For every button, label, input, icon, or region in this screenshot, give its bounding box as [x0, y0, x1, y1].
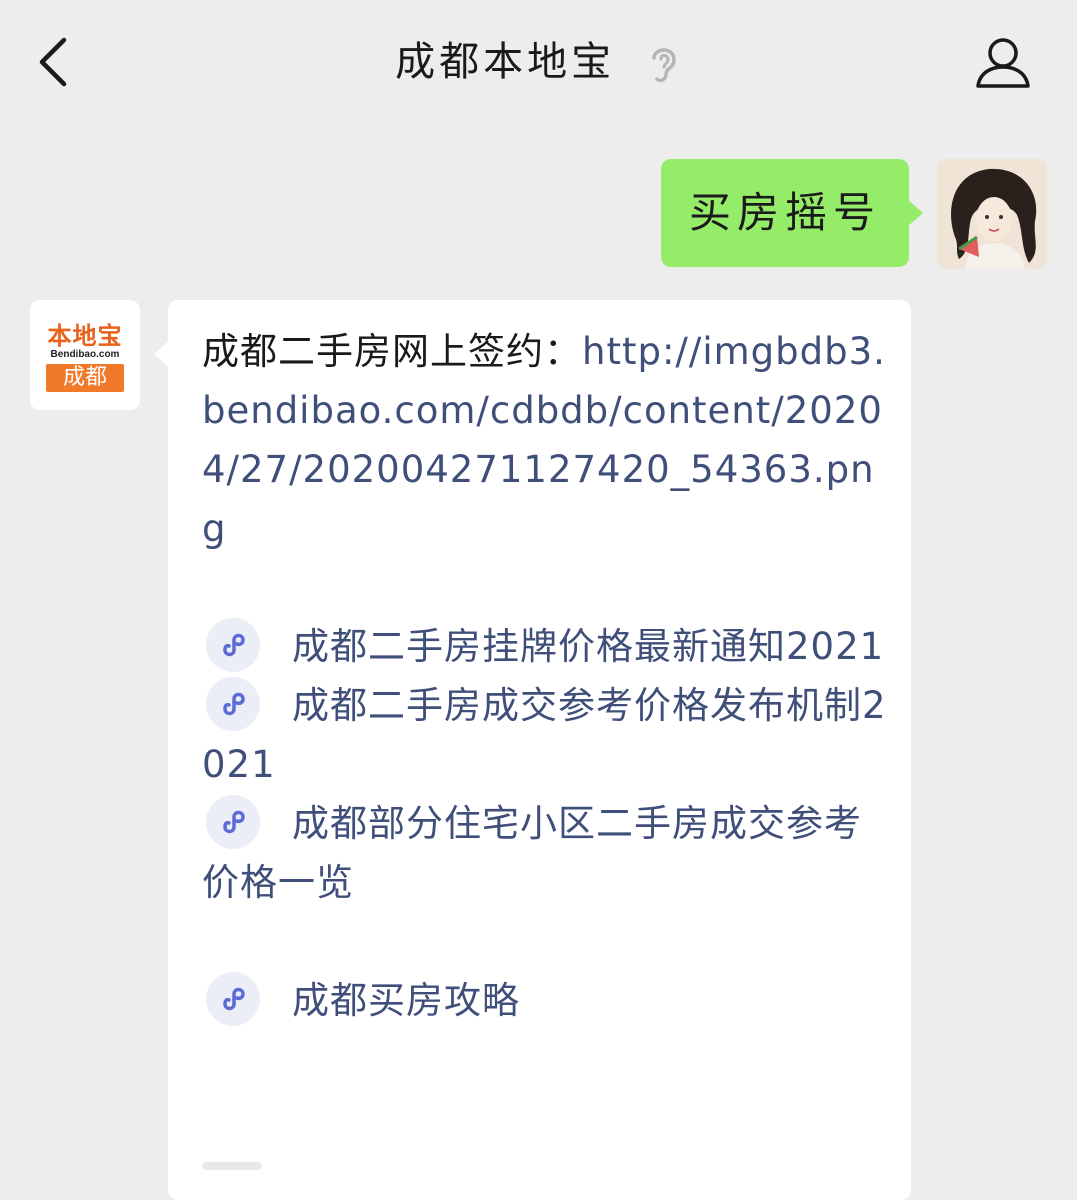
logo-city-text: 成都: [62, 365, 107, 390]
person-icon: [976, 38, 1030, 88]
logo-city-badge: 成都: [46, 364, 124, 392]
mini-program-link-label: 成都买房攻略: [292, 979, 520, 1022]
chat-title: 成都本地宝: [395, 39, 616, 85]
mini-program-link-1[interactable]: 成都二手房挂牌价格最新通知2021: [202, 617, 892, 676]
truncated-next-line: [202, 1162, 262, 1170]
chat-title-container: 成都本地宝: [0, 36, 1077, 88]
ear-icon: [652, 48, 676, 83]
mini-program-link-3[interactable]: 成都部分住宅小区二手房成交参考价格一览: [202, 794, 892, 912]
bot-message-bubble[interactable]: 成都二手房网上签约：http://imgbdb3.bendibao.com/cd…: [154, 300, 911, 1200]
mini-program-icon: [206, 617, 260, 672]
bot-message-intro: 成都二手房网上签约：: [202, 330, 582, 373]
bot-avatar[interactable]: 本地宝 Bendibao.com 成都: [30, 300, 140, 410]
bot-message-content: 成都二手房网上签约：http://imgbdb3.bendibao.com/cd…: [202, 322, 892, 1030]
user-message-text: 买房摇号: [688, 188, 881, 237]
chat-header: 成都本地宝: [0, 0, 1077, 124]
mini-program-link-4[interactable]: 成都买房攻略: [202, 971, 892, 1030]
mini-program-icon: [206, 971, 260, 1026]
mini-program-link-label: 成都二手房成交参考价格发布机制2021: [202, 684, 887, 786]
chat-info-button[interactable]: [972, 34, 1034, 92]
logo-domain-text: Bendibao.com: [50, 349, 120, 360]
bendibao-logo: 本地宝 Bendibao.com 成都: [30, 300, 140, 410]
logo-brand-text: 本地宝: [47, 321, 123, 350]
mini-program-link-2[interactable]: 成都二手房成交参考价格发布机制2021: [202, 676, 892, 794]
user-message-bubble[interactable]: 买房摇号: [661, 159, 923, 267]
mini-program-icon: [206, 794, 260, 849]
mini-program-link-label: 成都二手房挂牌价格最新通知2021: [292, 625, 885, 668]
mini-program-link-label: 成都部分住宅小区二手房成交参考价格一览: [202, 802, 862, 904]
user-avatar[interactable]: [937, 159, 1047, 269]
mini-program-icon: [206, 676, 260, 731]
user-avatar-illustration: [937, 159, 1047, 269]
